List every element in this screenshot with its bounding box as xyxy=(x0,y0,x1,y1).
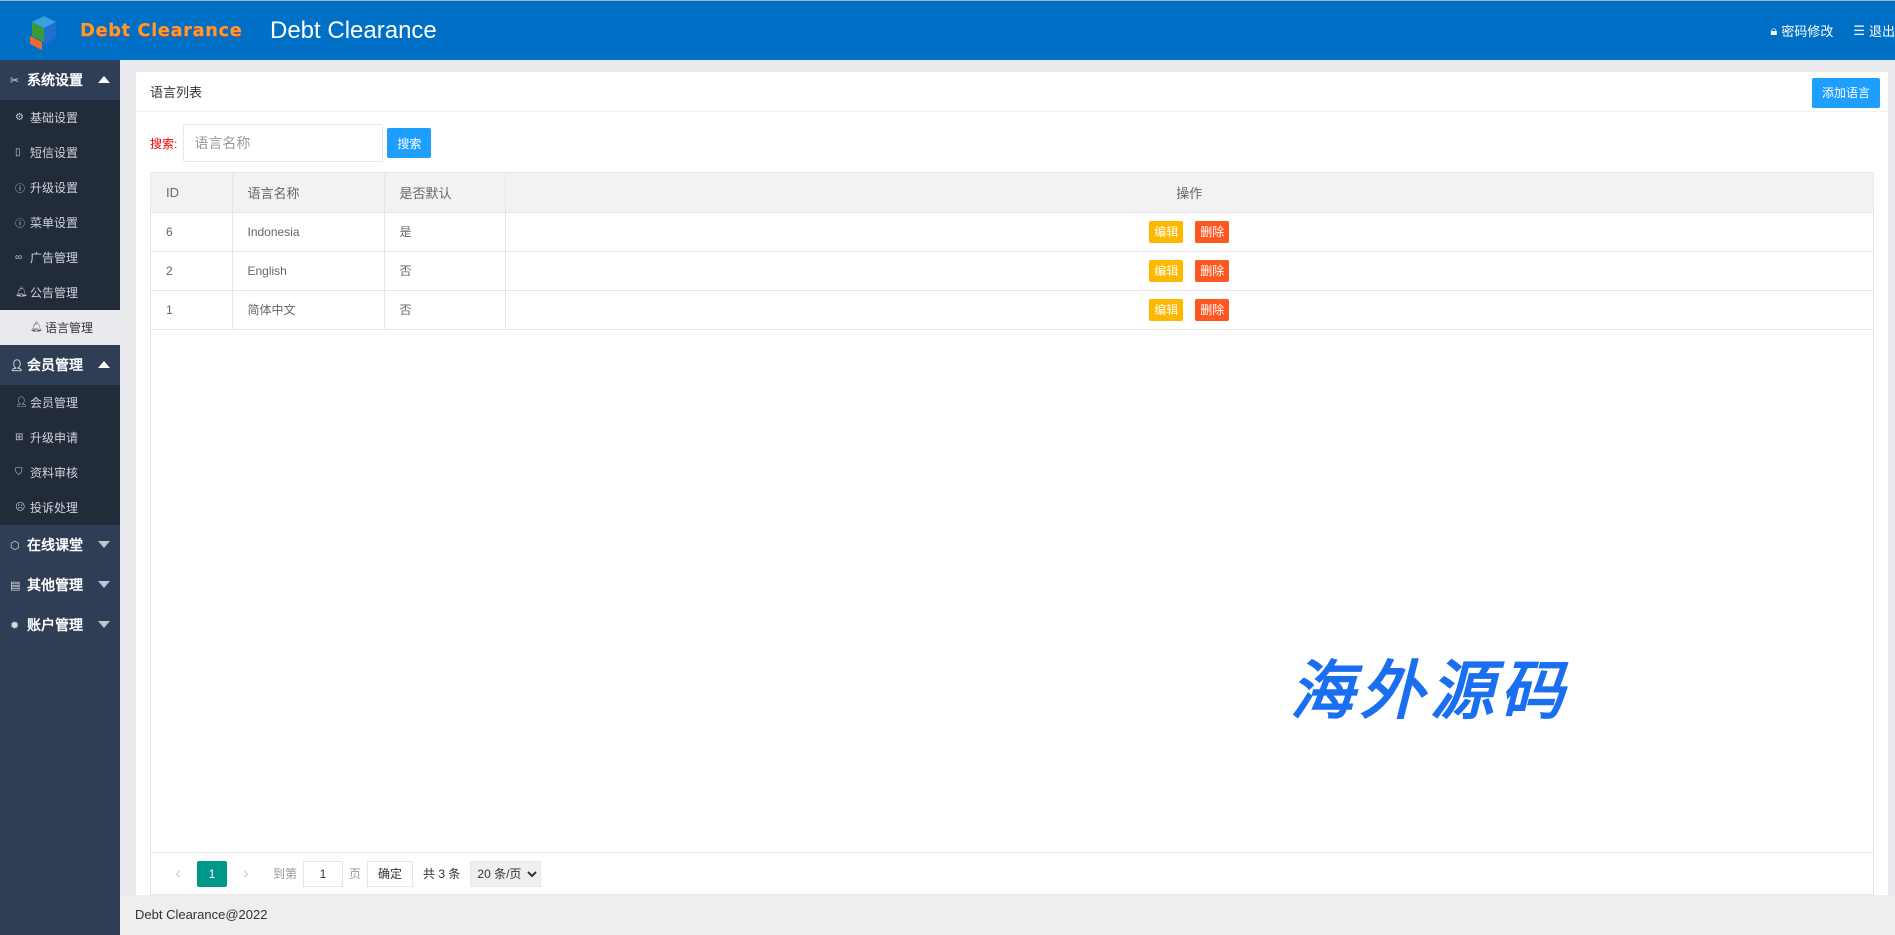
logo-text: Debt Clearance xyxy=(80,20,243,41)
sidebar-item-upgrade[interactable]: ⓘ 升级设置 xyxy=(0,170,120,205)
upgrade-icon: ⓘ xyxy=(15,219,25,230)
app-title: Debt Clearance xyxy=(270,17,437,44)
table-row: 6 Indonesia 是 编辑 删除 xyxy=(151,212,1873,252)
sidebar-item-menu[interactable]: ⓘ 菜单设置 xyxy=(0,205,120,240)
goto-confirm-button[interactable]: 确定 xyxy=(367,860,414,887)
user-icon: 👤︎ xyxy=(10,359,24,372)
cell-name: English xyxy=(232,251,385,291)
menu-icon: ☰ xyxy=(1853,22,1865,38)
sidebar-group-system[interactable]: ✂ 系统设置 xyxy=(0,60,120,100)
logout-label: 退出 xyxy=(1868,24,1895,39)
language-table: ID 语言名称 是否默认 操作 6 Indonesia 是 编辑 删除 2 Eng… xyxy=(150,172,1874,895)
user-icon: 👤︎ xyxy=(15,397,28,408)
lock-icon: 🔒︎ xyxy=(1770,22,1778,38)
sidebar-group-members[interactable]: 👤︎ 会员管理 xyxy=(0,345,120,385)
goto-label: 到第 xyxy=(273,867,298,881)
gear-icon: ✹ xyxy=(10,619,20,632)
edit-button[interactable]: 编辑 xyxy=(1149,220,1184,243)
sidebar-item-sms[interactable]: ▯ 短信设置 xyxy=(0,135,120,170)
page-unit: 页 xyxy=(349,867,362,881)
chevron-up-icon xyxy=(98,361,110,368)
cell-default: 是 xyxy=(384,212,506,252)
cell-id: 1 xyxy=(151,290,233,330)
top-header: Debt Clearance Debt Clearance 🔒︎ 密码修改 ☰ … xyxy=(0,0,1895,60)
cell-name: Indonesia xyxy=(232,212,385,252)
shield-icon: ⛉ xyxy=(15,467,23,478)
chevron-down-icon xyxy=(98,581,110,588)
face-icon: ☹ xyxy=(15,502,26,513)
chevron-down-icon xyxy=(98,621,110,628)
sidebar-item-upgrade-apply[interactable]: ⊞ 升级申请 xyxy=(0,420,120,455)
current-page[interactable]: 1 xyxy=(197,860,227,887)
col-default: 是否默认 xyxy=(384,173,506,213)
bell-icon: 🔔︎ xyxy=(30,322,43,333)
link-icon: ∞ xyxy=(15,252,23,263)
col-id: ID xyxy=(151,173,233,213)
goto-page-input[interactable] xyxy=(303,860,344,887)
upgrade-icon: ⓘ xyxy=(15,184,25,195)
cell-default: 否 xyxy=(384,290,506,330)
add-language-button[interactable]: 添加语言 xyxy=(1811,78,1880,108)
page-size-select[interactable]: 20 条/页 xyxy=(470,860,542,887)
sidebar-item-notice[interactable]: 🔔︎ 公告管理 xyxy=(0,275,120,310)
table-row: 1 简体中文 否 编辑 删除 xyxy=(151,290,1873,330)
sidebar-item-review[interactable]: ⛉ 资料审核 xyxy=(0,455,120,490)
cell-id: 6 xyxy=(151,212,233,252)
sidebar-group-account[interactable]: ✹ 账户管理 xyxy=(0,605,120,645)
col-actions: 操作 xyxy=(505,173,1873,213)
sidebar-group-classroom[interactable]: ⬡ 在线课堂 xyxy=(0,525,120,565)
change-password-link[interactable]: 🔒︎ 密码修改 xyxy=(1770,21,1833,40)
edit-button[interactable]: 编辑 xyxy=(1149,298,1184,321)
search-input[interactable] xyxy=(183,124,384,162)
logo-icon xyxy=(30,16,56,50)
apps-icon: ⊞ xyxy=(15,432,24,443)
main-panel: 语言列表 添加语言 搜索: 搜索 ID 语言名称 是否默认 操作 6 Indon… xyxy=(136,72,1888,895)
change-password-label: 密码修改 xyxy=(1781,24,1834,39)
delete-button[interactable]: 删除 xyxy=(1195,259,1230,282)
cell-default: 否 xyxy=(384,251,506,291)
bell-icon: 🔔︎ xyxy=(15,287,28,298)
chevron-up-icon xyxy=(98,76,110,83)
sidebar-item-language[interactable]: 🔔︎ 语言管理 xyxy=(0,310,120,345)
delete-button[interactable]: 删除 xyxy=(1195,298,1230,321)
search-label: 搜索: xyxy=(150,136,178,151)
gear-icon: ⚙ xyxy=(15,112,24,123)
tools-icon: ✂ xyxy=(10,74,20,87)
phone-icon: ▯ xyxy=(15,147,21,158)
edit-button[interactable]: 编辑 xyxy=(1149,259,1184,282)
panel-title: 语言列表 xyxy=(150,85,203,100)
table-header-row: ID 语言名称 是否默认 操作 xyxy=(151,173,1873,213)
sidebar-item-complaint[interactable]: ☹ 投诉处理 xyxy=(0,490,120,525)
prev-page-button[interactable]: ‹ xyxy=(165,865,191,883)
table-row: 2 English 否 编辑 删除 xyxy=(151,251,1873,291)
cube-icon: ⬡ xyxy=(10,539,20,552)
watermark: 海外源码 xyxy=(1290,654,1570,729)
logout-link[interactable]: ☰ 退出 xyxy=(1853,21,1895,40)
total-count: 共 3 条 xyxy=(423,867,461,881)
pagination: ‹ 1 › 到第 页 确定 共 3 条 20 条/页 xyxy=(151,852,1873,894)
cell-name: 简体中文 xyxy=(232,290,385,330)
footer: Debt Clearance@2022 xyxy=(120,895,1895,935)
sidebar: ✂ 系统设置 ⚙ 基础设置 ▯ 短信设置 ⓘ 升级设置 ⓘ 菜单设置 ∞ 广告管理 🔔︎ 公… xyxy=(0,60,120,935)
col-name: 语言名称 xyxy=(232,173,385,213)
sidebar-item-basic[interactable]: ⚙ 基础设置 xyxy=(0,100,120,135)
cell-id: 2 xyxy=(151,251,233,291)
next-page-button[interactable]: › xyxy=(233,865,259,883)
search-button[interactable]: 搜索 xyxy=(387,128,432,158)
sidebar-item-ads[interactable]: ∞ 广告管理 xyxy=(0,240,120,275)
file-icon: ▤ xyxy=(10,579,21,592)
chevron-down-icon xyxy=(98,541,110,548)
delete-button[interactable]: 删除 xyxy=(1195,220,1230,243)
sidebar-item-member[interactable]: 👤︎ 会员管理 xyxy=(0,385,120,420)
sidebar-group-other[interactable]: ▤ 其他管理 xyxy=(0,565,120,605)
